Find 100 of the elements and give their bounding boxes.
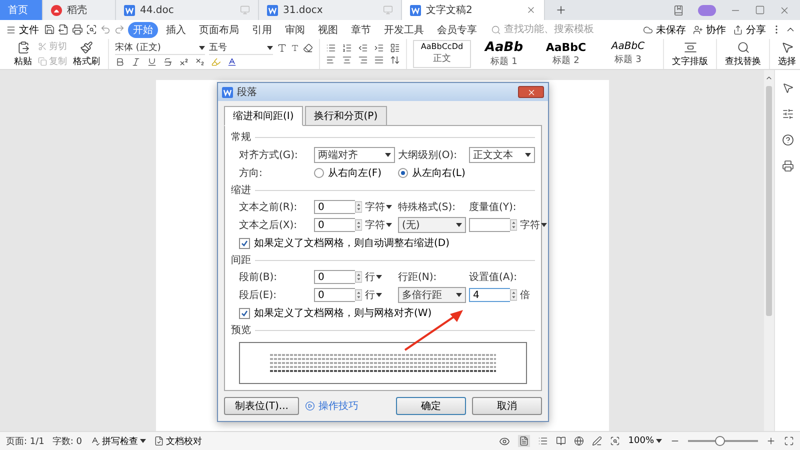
book-icon[interactable] xyxy=(673,4,684,16)
checkbox-option[interactable]: 如果定义了文档网格，则自动调整右缩进(D) xyxy=(231,236,535,250)
paste-button[interactable]: 粘贴 xyxy=(12,40,34,68)
redo-icon[interactable] xyxy=(114,24,125,35)
save-icon[interactable] xyxy=(44,24,55,35)
unit-dropdown[interactable]: 字符 xyxy=(365,200,395,214)
ribbon-tab[interactable]: 开发工具 xyxy=(379,22,429,38)
dialog-tab[interactable]: 换行和分页(P) xyxy=(304,106,387,126)
radio-option[interactable]: 从左向右(L) xyxy=(398,166,535,180)
line-spacing-dropdown[interactable]: 多倍行距 xyxy=(398,287,466,303)
spinner-arrows-icon[interactable] xyxy=(354,288,362,302)
fullscreen-icon[interactable] xyxy=(784,436,794,446)
ok-button[interactable]: 确定 xyxy=(396,397,466,415)
ribbon-tab[interactable]: 视图 xyxy=(313,22,343,38)
number-field[interactable]: 0 xyxy=(314,270,355,284)
export-icon[interactable] xyxy=(58,24,69,35)
slider-thumb[interactable] xyxy=(714,436,724,446)
checkbox-option[interactable]: 如果定义了文档网格，则与网格对齐(W) xyxy=(231,306,535,320)
ribbon-tab[interactable]: 审阅 xyxy=(280,22,310,38)
preview-icon[interactable] xyxy=(86,24,97,35)
web-view-icon[interactable] xyxy=(574,436,584,446)
number-field[interactable]: 0 xyxy=(314,200,355,214)
subscript-icon[interactable] xyxy=(195,56,205,66)
font-name-dropdown[interactable]: 宋体 (正文) xyxy=(115,42,205,54)
menu-icon[interactable] xyxy=(6,24,16,34)
outdent-icon[interactable] xyxy=(358,43,368,53)
new-tab-icon[interactable] xyxy=(555,4,567,16)
numbered-list-icon[interactable] xyxy=(342,43,352,53)
ribbon-tab[interactable]: 引用 xyxy=(247,22,277,38)
number-field[interactable]: 4 xyxy=(469,288,510,302)
fit-page-icon[interactable] xyxy=(610,436,620,446)
line-spacing-icon[interactable] xyxy=(390,55,400,65)
avatar-icon[interactable] xyxy=(698,4,716,16)
ribbon-tab[interactable]: 插入 xyxy=(161,22,191,38)
print-icon[interactable] xyxy=(72,24,83,35)
tips-link[interactable]: 操作技巧 xyxy=(318,399,358,413)
close-button[interactable] xyxy=(518,86,544,98)
spinner-arrows-icon[interactable] xyxy=(354,270,362,284)
radio-option[interactable]: 从右向左(F) xyxy=(314,166,395,180)
tab-stops-button[interactable]: 制表位(T)... xyxy=(224,397,300,415)
format-painter-button[interactable]: 格式刷 xyxy=(71,40,102,68)
page-view-button[interactable] xyxy=(518,435,530,447)
pointer-icon[interactable] xyxy=(782,82,794,94)
outline-level-dropdown[interactable]: 正文文本 xyxy=(469,147,535,163)
alignment-dropdown[interactable]: 两端对齐 xyxy=(314,147,395,163)
shrink-font-icon[interactable] xyxy=(291,44,299,52)
unit-dropdown[interactable]: 行 xyxy=(365,288,395,302)
help-icon[interactable] xyxy=(782,134,794,146)
file-menu-button[interactable]: 文件 xyxy=(4,22,41,36)
toolbar-action[interactable]: 分享 xyxy=(731,22,768,36)
bullet-list-icon[interactable] xyxy=(326,43,336,53)
outline-view-icon[interactable] xyxy=(538,436,548,446)
toolbar-action[interactable]: 未保存 xyxy=(641,22,688,36)
list-layout-icon[interactable] xyxy=(390,43,400,53)
spinner-arrows-icon[interactable] xyxy=(510,288,517,302)
toolbar-action[interactable]: 协作 xyxy=(691,22,728,36)
font-color-icon[interactable] xyxy=(227,56,237,66)
sliders-icon[interactable] xyxy=(782,108,794,120)
number-field[interactable]: 0 xyxy=(314,218,355,232)
strikethrough-icon[interactable] xyxy=(163,56,173,66)
ribbon-tab[interactable]: 章节 xyxy=(346,22,376,38)
document-tab[interactable]: 44.doc xyxy=(116,0,259,20)
scroll-up-icon[interactable] xyxy=(765,74,773,82)
spinner-arrows-icon[interactable] xyxy=(354,200,362,214)
pen-icon[interactable] xyxy=(592,436,602,446)
document-tab[interactable]: 文字文稿2 xyxy=(402,0,545,20)
superscript-icon[interactable] xyxy=(179,56,189,66)
ribbon-tab[interactable]: 会员专享 xyxy=(432,22,482,38)
font-size-dropdown[interactable]: 五号 xyxy=(209,42,273,54)
cancel-button[interactable]: 取消 xyxy=(472,397,542,415)
bold-icon[interactable] xyxy=(115,56,125,66)
style-preset[interactable]: AaBbCcDd 正文 xyxy=(413,40,471,68)
underline-icon[interactable] xyxy=(147,56,157,66)
ribbon-tool-button[interactable]: 文字排版 xyxy=(670,40,710,68)
grow-font-icon[interactable] xyxy=(277,43,287,53)
spell-check-button[interactable]: 拼写检查 xyxy=(90,434,146,448)
number-field[interactable]: 0 xyxy=(314,288,355,302)
spinner-arrows-icon[interactable] xyxy=(510,218,517,232)
document-tab[interactable]: 稻壳 xyxy=(43,0,116,20)
printer-icon[interactable] xyxy=(782,160,794,172)
zoom-in-icon[interactable] xyxy=(766,436,776,446)
align-center-icon[interactable] xyxy=(342,55,352,65)
align-right-icon[interactable] xyxy=(358,55,368,65)
ribbon-tool-button[interactable]: 选择 xyxy=(776,40,798,68)
book-icon[interactable] xyxy=(556,436,566,446)
maximize-icon[interactable] xyxy=(755,5,765,15)
ribbon-tool-button[interactable]: 查找替换 xyxy=(723,40,763,68)
dialog-tab[interactable]: 缩进和间距(I) xyxy=(224,106,303,126)
eraser-icon[interactable] xyxy=(303,43,313,53)
eye-icon[interactable] xyxy=(499,436,510,446)
italic-icon[interactable] xyxy=(131,56,141,66)
proofread-button[interactable]: 文档校对 xyxy=(154,434,202,448)
unit-dropdown[interactable]: 行 xyxy=(365,270,395,284)
close-icon[interactable] xyxy=(526,5,536,15)
unit-dropdown[interactable]: 字符 xyxy=(365,218,395,232)
document-tab[interactable]: 31.docx xyxy=(259,0,402,20)
close-icon[interactable] xyxy=(779,4,790,16)
indent-icon[interactable] xyxy=(374,43,384,53)
spinner-arrows-icon[interactable] xyxy=(354,218,362,232)
align-justify-icon[interactable] xyxy=(374,55,384,65)
